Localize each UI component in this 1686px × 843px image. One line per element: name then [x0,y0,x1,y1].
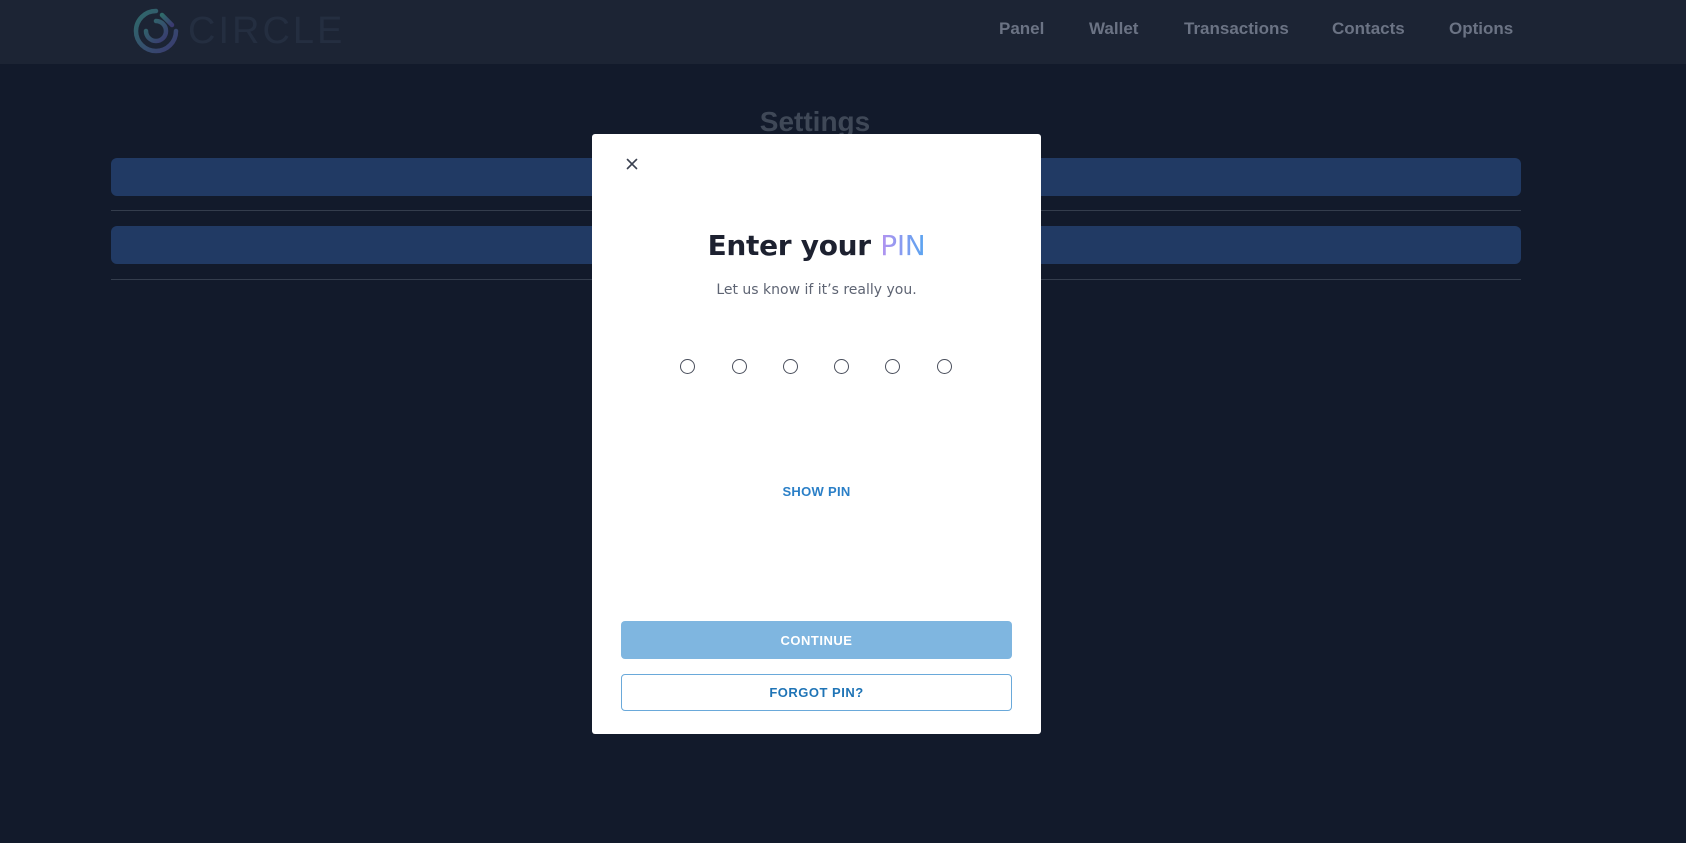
pin-digit-1[interactable] [680,359,695,374]
nav-item-options[interactable]: Options [1449,19,1513,39]
pin-input[interactable] [592,359,1041,377]
modal-title: Enter your PIN [592,229,1041,262]
modal-title-prefix: Enter your [707,229,881,262]
pin-digit-2[interactable] [732,359,747,374]
top-navigation-bar: CIRCLE Panel Wallet Transactions Contact… [0,0,1686,64]
pin-modal: Enter your PIN Let us know if it’s reall… [592,134,1041,734]
circle-logo-icon [133,8,179,54]
page: CIRCLE Panel Wallet Transactions Contact… [0,0,1686,843]
show-pin-button[interactable]: SHOW PIN [592,484,1041,499]
modal-subtitle: Let us know if it’s really you. [716,282,917,298]
nav-item-transactions[interactable]: Transactions [1184,19,1289,39]
pin-digit-3[interactable] [783,359,798,374]
nav-item-panel[interactable]: Panel [999,19,1044,39]
pin-digit-6[interactable] [937,359,952,374]
nav-item-wallet[interactable]: Wallet [1089,19,1138,39]
forgot-pin-button[interactable]: FORGOT PIN? [621,674,1012,711]
close-icon [626,158,638,170]
logo[interactable]: CIRCLE [132,5,345,57]
logo-text: CIRCLE [188,9,346,52]
pin-digit-5[interactable] [885,359,900,374]
close-button[interactable] [622,154,642,174]
nav-item-contacts[interactable]: Contacts [1332,19,1405,39]
continue-button[interactable]: CONTINUE [621,621,1012,659]
modal-title-accent: PIN [880,229,926,262]
pin-digit-4[interactable] [834,359,849,374]
